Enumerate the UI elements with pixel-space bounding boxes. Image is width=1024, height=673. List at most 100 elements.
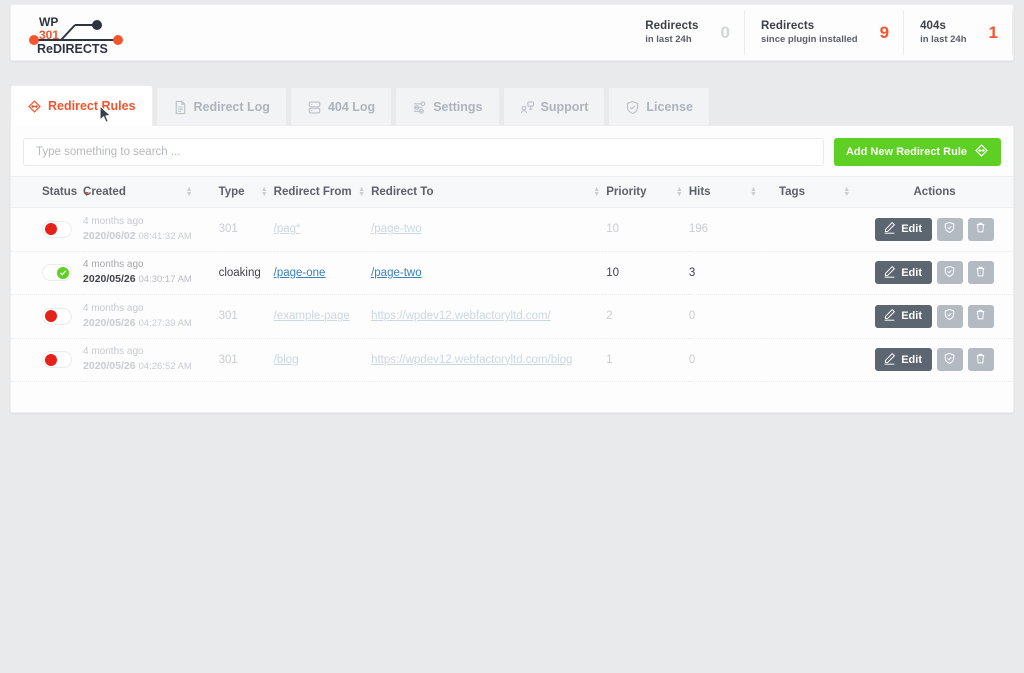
- redirect-rules-panel: Add New Redirect Rule Status ▲▼: [10, 125, 1014, 413]
- cell-hits: 0: [688, 338, 763, 382]
- edit-label: Edit: [901, 353, 922, 366]
- cell-redirect-to: /page-two: [371, 251, 607, 295]
- main-tabs: Redirect Rules Redirect Log 404 Log Sett…: [10, 85, 713, 126]
- stat-subtitle: in last 24h: [920, 34, 967, 45]
- shield-check-icon: [625, 100, 640, 115]
- tab-label: Redirect Rules: [48, 99, 136, 113]
- redirect-from-link[interactable]: /example-page: [274, 310, 350, 322]
- validate-button[interactable]: [936, 304, 963, 328]
- stat-value: 9: [879, 23, 890, 42]
- sliders-icon: [412, 100, 427, 115]
- add-new-redirect-rule-button[interactable]: Add New Redirect Rule: [833, 138, 1001, 166]
- cell-actions: Edit: [856, 294, 1013, 339]
- status-toggle[interactable]: [42, 220, 72, 238]
- table-body: 4 months ago 2020/06/02 08:41:32 AM 301 …: [11, 207, 1013, 382]
- stat-404s-24h: 404s in last 24h 1: [903, 10, 1013, 55]
- validate-button[interactable]: [936, 261, 963, 285]
- stat-value: 1: [988, 23, 998, 42]
- redirect-to-link[interactable]: /page-two: [371, 223, 422, 235]
- svg-text:WP: WP: [39, 15, 58, 29]
- status-toggle[interactable]: [42, 307, 72, 325]
- validate-button[interactable]: [936, 348, 963, 372]
- cell-redirect-from: /example-page: [273, 294, 372, 339]
- cell-redirect-from: /pag*: [273, 207, 372, 252]
- column-header-type[interactable]: Type ▲ ▼: [218, 176, 274, 208]
- delete-button[interactable]: [967, 304, 994, 328]
- column-label: Type: [218, 186, 245, 198]
- sort-indicator[interactable]: ▲▼: [750, 186, 757, 198]
- cell-redirect-to: /page-two: [371, 207, 607, 252]
- validate-button[interactable]: [936, 217, 963, 241]
- sort-indicator[interactable]: ▲▼: [358, 186, 365, 198]
- tab-label: Redirect Log: [193, 100, 270, 114]
- edit-button[interactable]: Edit: [875, 304, 932, 328]
- sort-indicator[interactable]: ▲▼: [186, 186, 193, 198]
- redirect-from-link[interactable]: /pag*: [274, 223, 301, 235]
- sort-indicator[interactable]: ▲▼: [261, 186, 268, 198]
- column-header-hits[interactable]: Hits ▲ ▼: [688, 176, 763, 208]
- sort-indicator[interactable]: ▲▼: [676, 186, 683, 198]
- created-date: 2020/05/26: [83, 360, 136, 373]
- edit-button[interactable]: Edit: [875, 217, 932, 241]
- cell-created: 4 months ago 2020/05/26 04:30:17 AM: [83, 251, 219, 295]
- redirect-to-link[interactable]: https://wpdev12.webfactoryltd.com/: [371, 310, 551, 322]
- cell-actions: Edit: [856, 207, 1013, 252]
- column-header-priority[interactable]: Priority ▲ ▼: [606, 176, 689, 208]
- shield-check-icon: [943, 308, 956, 324]
- table-row: 4 months ago 2020/05/26 04:26:52 AM 301 …: [11, 338, 1013, 382]
- created-datetime: 2020/05/26 04:26:52 AM: [83, 359, 219, 374]
- redirect-from-link[interactable]: /blog: [274, 354, 299, 366]
- redirect-from-link[interactable]: /page-one: [274, 267, 326, 279]
- stat-title: 404s: [920, 20, 947, 32]
- tab-settings[interactable]: Settings: [395, 87, 500, 126]
- tab-redirect-rules[interactable]: Redirect Rules: [10, 85, 153, 126]
- tab-label: License: [646, 100, 693, 114]
- column-label: Priority: [606, 186, 647, 198]
- trash-icon: [974, 221, 987, 237]
- edit-label: Edit: [901, 223, 922, 236]
- sort-indicator[interactable]: ▲▼: [843, 186, 850, 198]
- cell-status: [11, 294, 84, 339]
- cell-actions: Edit: [856, 338, 1013, 382]
- cell-priority: 10: [606, 251, 689, 295]
- cell-priority: 10: [606, 207, 689, 252]
- stat-title: Redirects: [645, 20, 699, 32]
- cell-hits: 3: [688, 251, 763, 295]
- delete-button[interactable]: [967, 261, 994, 285]
- cell-priority: 2: [606, 294, 689, 339]
- created-time: 04:30:17 AM: [138, 274, 192, 286]
- status-toggle[interactable]: [42, 264, 72, 282]
- cell-redirect-to: https://wpdev12.webfactoryltd.com/blog: [371, 338, 607, 382]
- plugin-page: WP 301 ReDIRECTS Redirects in last 24h 0: [0, 0, 1024, 673]
- status-toggle[interactable]: [42, 351, 72, 369]
- tab-license[interactable]: License: [608, 87, 710, 126]
- edit-label: Edit: [901, 266, 922, 279]
- column-header-status[interactable]: Status ▲▼: [11, 176, 90, 208]
- trash-icon: [974, 265, 987, 281]
- tab-redirect-log[interactable]: Redirect Log: [155, 87, 287, 126]
- tab-404-log[interactable]: 404 Log: [289, 87, 393, 126]
- svg-text:ReDIRECTS: ReDIRECTS: [37, 42, 108, 55]
- delete-button[interactable]: [967, 217, 994, 241]
- column-header-redirect-from[interactable]: Redirect From ▲ ▼: [273, 176, 372, 208]
- tab-support[interactable]: Support: [502, 87, 606, 126]
- redirect-to-link[interactable]: /page-two: [371, 267, 422, 279]
- sort-indicator[interactable]: ▲▼: [593, 186, 600, 198]
- search-input[interactable]: [23, 138, 824, 166]
- cell-tags: [762, 338, 857, 382]
- column-header-tags[interactable]: Tags ▲ ▼: [762, 176, 857, 208]
- cell-created: 4 months ago 2020/06/02 08:41:32 AM: [83, 207, 219, 252]
- cell-actions: Edit: [856, 251, 1013, 295]
- column-header-redirect-to[interactable]: Redirect To ▲ ▼: [371, 176, 607, 208]
- cell-tags: [762, 207, 857, 252]
- cell-type: 301: [218, 294, 274, 339]
- trash-icon: [974, 308, 987, 324]
- column-label: Created: [83, 186, 126, 198]
- edit-button[interactable]: Edit: [875, 348, 932, 372]
- redirect-to-link[interactable]: https://wpdev12.webfactoryltd.com/blog: [371, 354, 572, 366]
- delete-button[interactable]: [967, 348, 994, 372]
- edit-button[interactable]: Edit: [875, 261, 932, 285]
- trash-icon: [974, 352, 987, 368]
- column-header-created[interactable]: Created ▲ ▼: [83, 176, 219, 208]
- stat-title: Redirects: [760, 20, 815, 32]
